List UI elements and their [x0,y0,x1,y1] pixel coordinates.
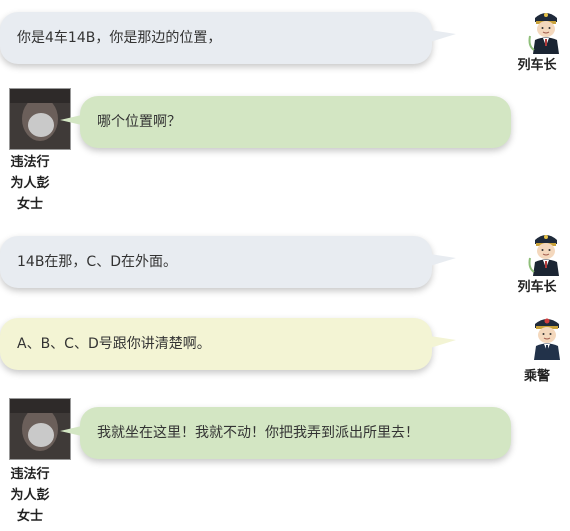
speaker-name-police: 乘警 [523,369,550,384]
bubble-tail [430,254,456,266]
message-bubble-conductor-2: 14B在那，C、D在外面。 [0,236,432,288]
bubble-tail [60,425,86,437]
conductor-avatar-icon [528,235,559,276]
speaker-name-conductor-1: 列车长 [517,58,557,73]
speaker-name-offender-2: 违法行 为人彭 女士 [10,467,50,524]
speaker-name-conductor-2: 列车长 [517,280,557,295]
message-text: 14B在那，C、D在外面。 [17,254,177,270]
message-text: 哪个位置啊？ [97,114,181,130]
bubble-tail [60,114,86,126]
message-text: A、B、C、D号跟你讲清楚啊。 [17,336,211,352]
conductor-avatar-icon [528,13,559,54]
message-bubble-offender-2: 我就坐在这里！我就不动！你把我弄到派出所里去！ [80,407,511,459]
bubble-tail [430,30,456,42]
message-text: 你是4车14B，你是那边的位置， [17,30,222,46]
message-bubble-police: A、B、C、D号跟你讲清楚啊。 [0,318,432,370]
message-bubble-conductor-1: 你是4车14B，你是那边的位置， [0,12,432,64]
message-text: 我就坐在这里！我就不动！你把我弄到派出所里去！ [97,425,419,441]
police-avatar-icon [534,318,560,360]
speaker-name-offender-1: 违法行 为人彭 女士 [10,155,50,212]
bubble-tail [430,336,456,348]
message-bubble-offender-1: 哪个位置啊？ [80,96,511,148]
